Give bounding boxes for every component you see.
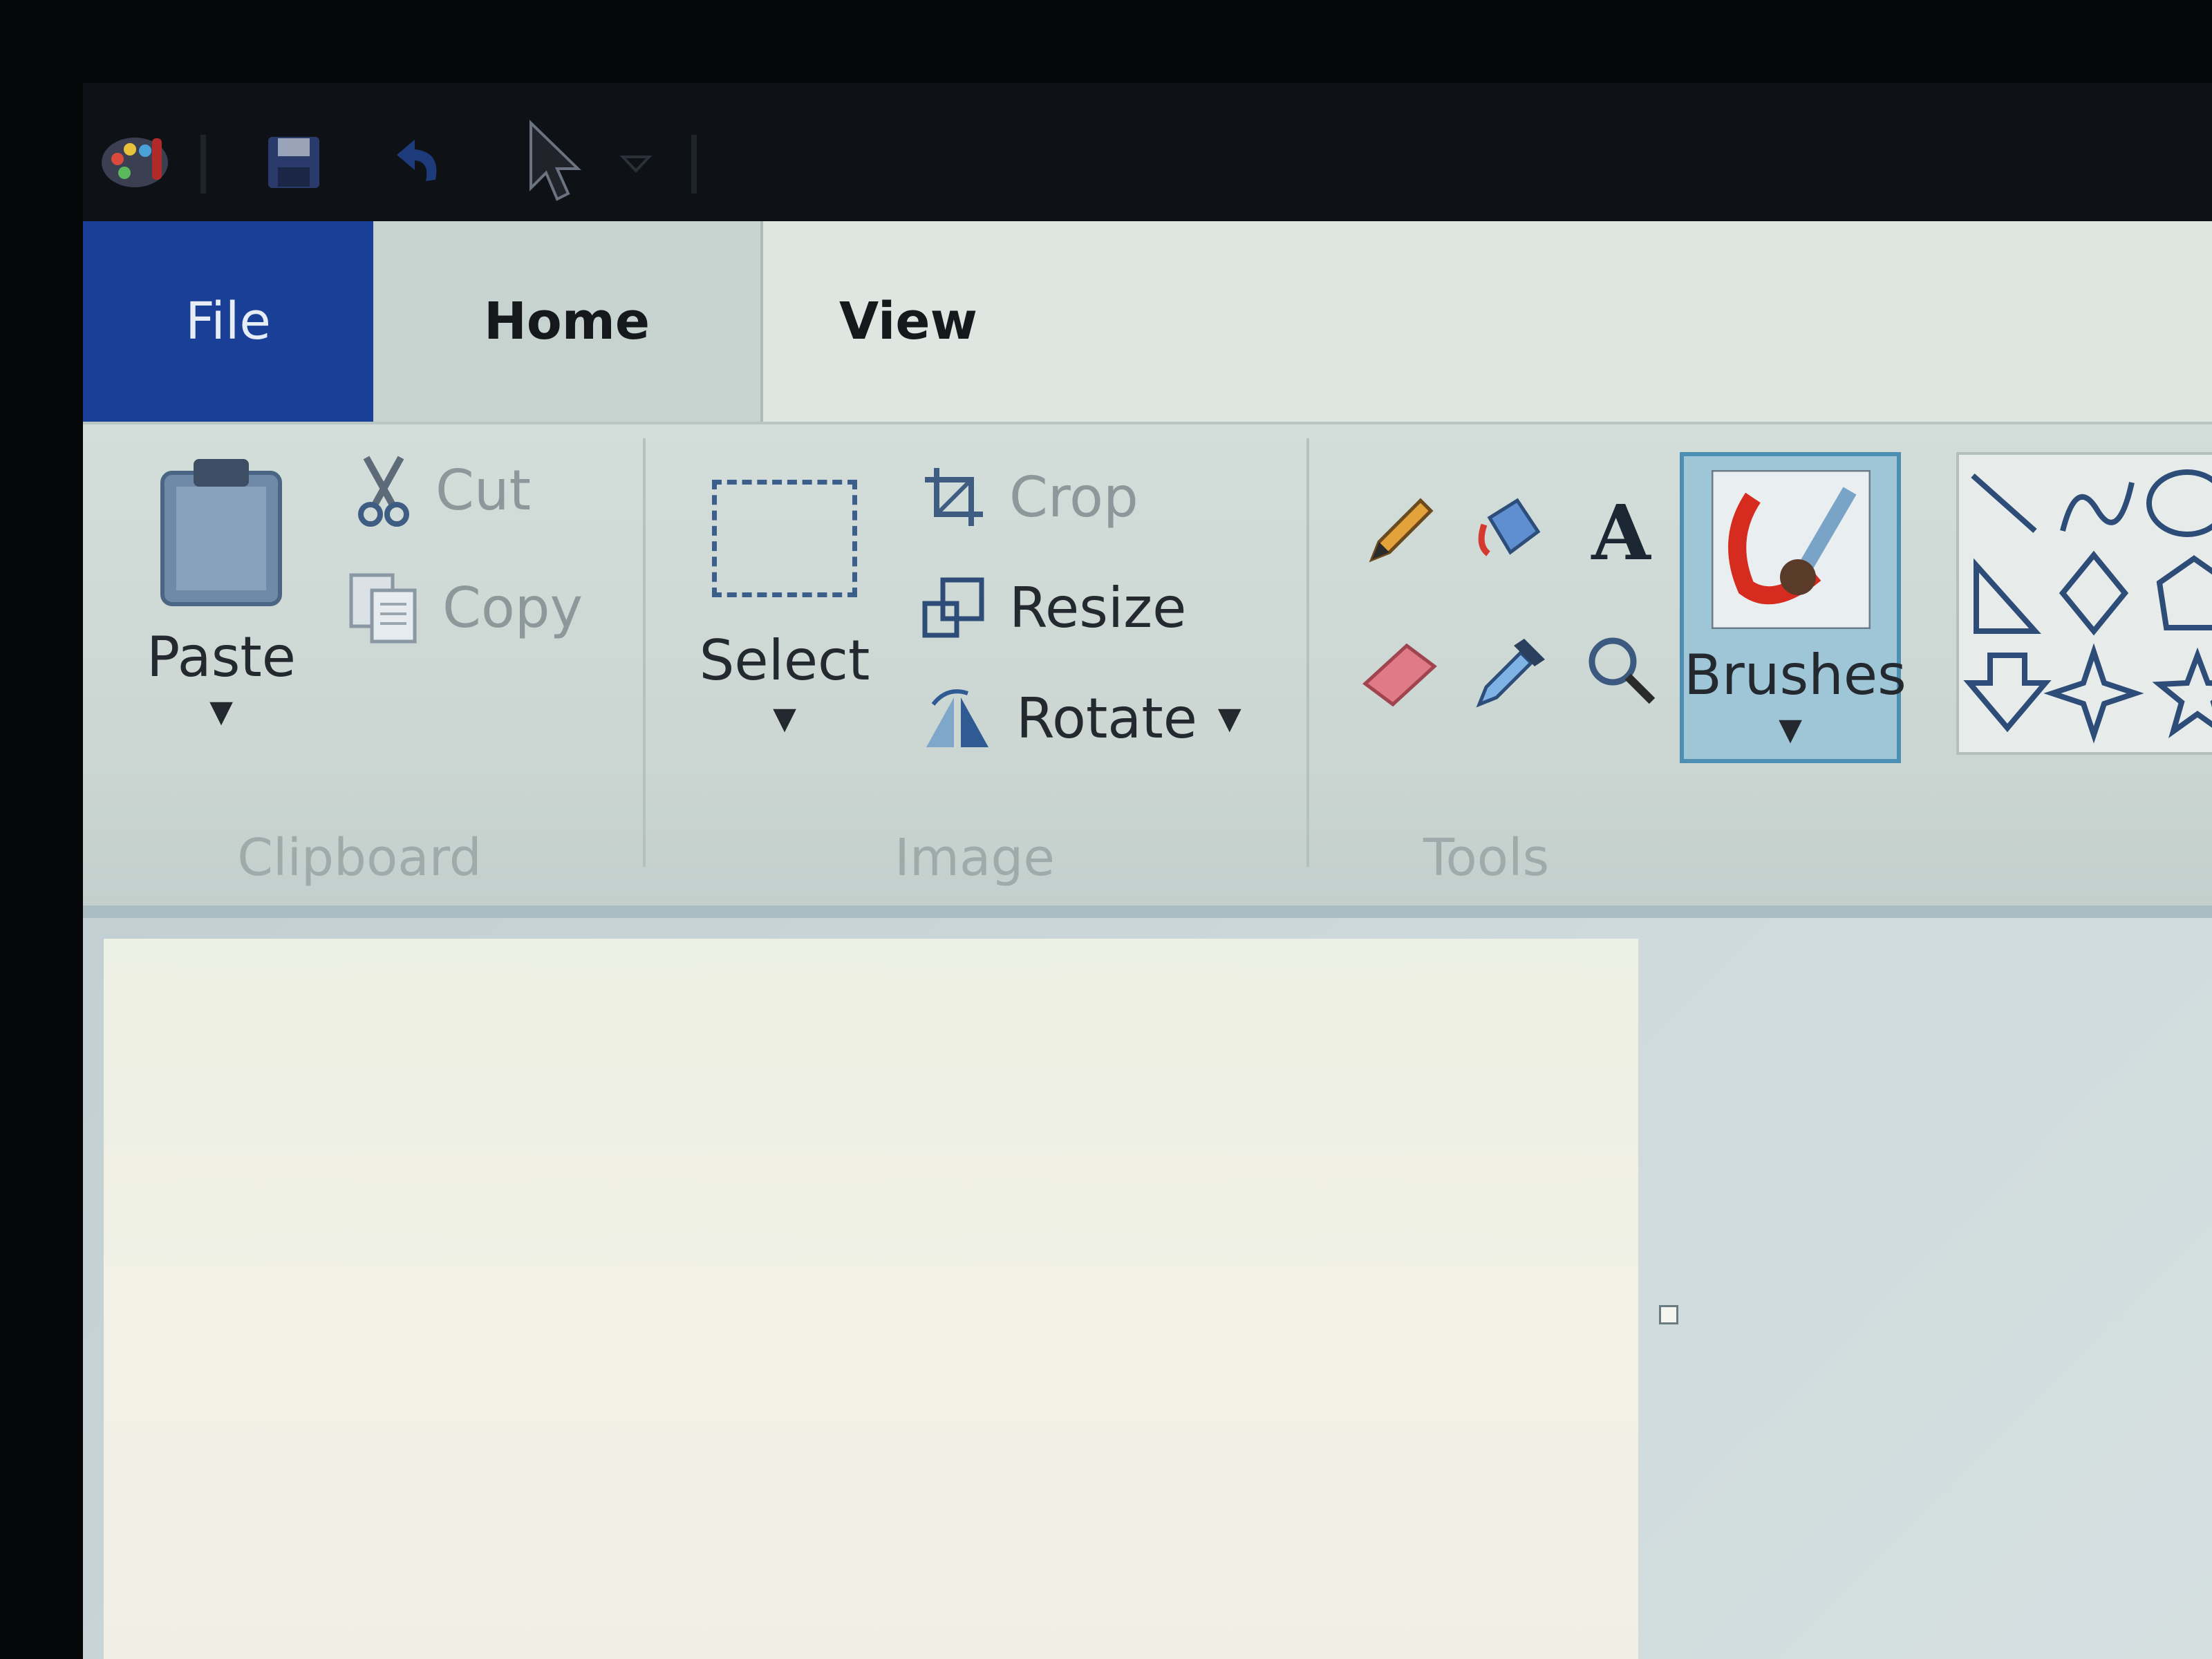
- toolbar-separator: [691, 135, 697, 194]
- rotate-dropdown-icon: ▼: [1217, 700, 1241, 736]
- toolbar-separator: [200, 135, 206, 194]
- eraser-icon[interactable]: [1355, 625, 1445, 715]
- shapes-gallery: [1956, 452, 2212, 755]
- tab-home[interactable]: Home: [373, 221, 760, 422]
- tools-group-label: Tools: [1423, 828, 1550, 888]
- select-dropdown-icon: ▼: [773, 701, 796, 736]
- copy-icon: [349, 573, 417, 644]
- paint-app-icon[interactable]: [83, 124, 187, 200]
- quick-access-toolbar: [83, 83, 2212, 221]
- text-icon[interactable]: A: [1576, 487, 1666, 577]
- tab-home-label: Home: [483, 292, 650, 351]
- cursor-icon: [491, 120, 601, 201]
- shape-diamond-icon[interactable]: [2059, 550, 2129, 636]
- copy-label: Copy: [442, 575, 583, 640]
- resize-button[interactable]: Resize: [919, 573, 1186, 642]
- ribbon-tabs: File Home View: [83, 221, 2212, 422]
- crop-button[interactable]: Crop: [919, 462, 1138, 532]
- select-button[interactable]: Select ▼: [691, 459, 870, 763]
- rotate-label: Rotate: [1016, 686, 1197, 751]
- drawing-canvas[interactable]: [104, 939, 1638, 1659]
- shape-curve-icon[interactable]: [2060, 482, 2135, 532]
- shape-five-point-star-icon[interactable]: [2152, 647, 2212, 738]
- customize-dropdown-icon[interactable]: [608, 124, 664, 200]
- brushes-label: Brushes: [1684, 643, 1906, 707]
- pencil-icon[interactable]: [1355, 487, 1445, 577]
- cut-label: Cut: [435, 458, 531, 523]
- tools-group: A Tools: [1313, 424, 1659, 908]
- crop-label: Crop: [1009, 465, 1138, 529]
- copy-button[interactable]: Copy: [346, 570, 583, 646]
- crop-icon: [925, 468, 983, 526]
- tab-file[interactable]: File: [83, 221, 373, 422]
- svg-text:A: A: [1591, 490, 1651, 573]
- group-separator: [1306, 438, 1309, 867]
- shape-four-point-star-icon[interactable]: [2043, 643, 2144, 744]
- paste-button[interactable]: Paste ▼: [138, 452, 296, 756]
- group-separator: [643, 438, 646, 867]
- image-group-label: Image: [894, 828, 1055, 888]
- cut-button[interactable]: Cut: [353, 452, 531, 528]
- brushes-dropdown-icon: ▼: [1779, 712, 1802, 747]
- shape-pentagon-icon[interactable]: [2156, 555, 2212, 630]
- clipboard-group: Paste ▼ Cut Copy Clipboard: [83, 424, 636, 908]
- ribbon-home: Paste ▼ Cut Copy Clipboard Select ▼ Crop…: [83, 422, 2212, 908]
- clipboard-icon: [160, 459, 282, 606]
- save-icon[interactable]: [249, 124, 339, 200]
- canvas-workspace: [83, 906, 2212, 1659]
- color-picker-icon[interactable]: [1465, 625, 1555, 715]
- select-rectangle-icon: [712, 480, 857, 597]
- tab-view[interactable]: View: [760, 221, 1053, 422]
- paint-window: File Home View Paste ▼ Cut Copy Clipboar…: [83, 83, 2212, 1659]
- canvas-resize-handle-right[interactable]: [1659, 1305, 1678, 1324]
- rotate-icon: [926, 689, 988, 747]
- tab-file-label: File: [185, 292, 271, 351]
- fill-bucket-icon[interactable]: [1465, 487, 1555, 577]
- brushes-button[interactable]: Brushes ▼: [1680, 452, 1906, 763]
- tab-view-label: View: [839, 292, 977, 351]
- shape-oval-icon[interactable]: [2146, 469, 2212, 537]
- rotate-button[interactable]: Rotate ▼: [919, 684, 1241, 753]
- paste-label: Paste: [147, 625, 296, 689]
- clipboard-group-label: Clipboard: [237, 828, 482, 888]
- scissors-icon: [358, 456, 409, 527]
- undo-icon[interactable]: [373, 124, 463, 200]
- magnifier-icon[interactable]: [1576, 625, 1666, 715]
- image-group: Select ▼ Crop Resize Rotate ▼ Image: [650, 424, 1300, 908]
- resize-label: Resize: [1009, 575, 1187, 640]
- resize-icon: [922, 577, 984, 638]
- brush-icon: [1712, 470, 1871, 629]
- shape-down-arrow-icon[interactable]: [1963, 653, 2052, 733]
- select-label: Select: [699, 628, 870, 693]
- shape-triangle-icon[interactable]: [1974, 558, 2041, 634]
- paste-dropdown-icon: ▼: [209, 694, 233, 729]
- shape-line-icon[interactable]: [1971, 474, 2037, 533]
